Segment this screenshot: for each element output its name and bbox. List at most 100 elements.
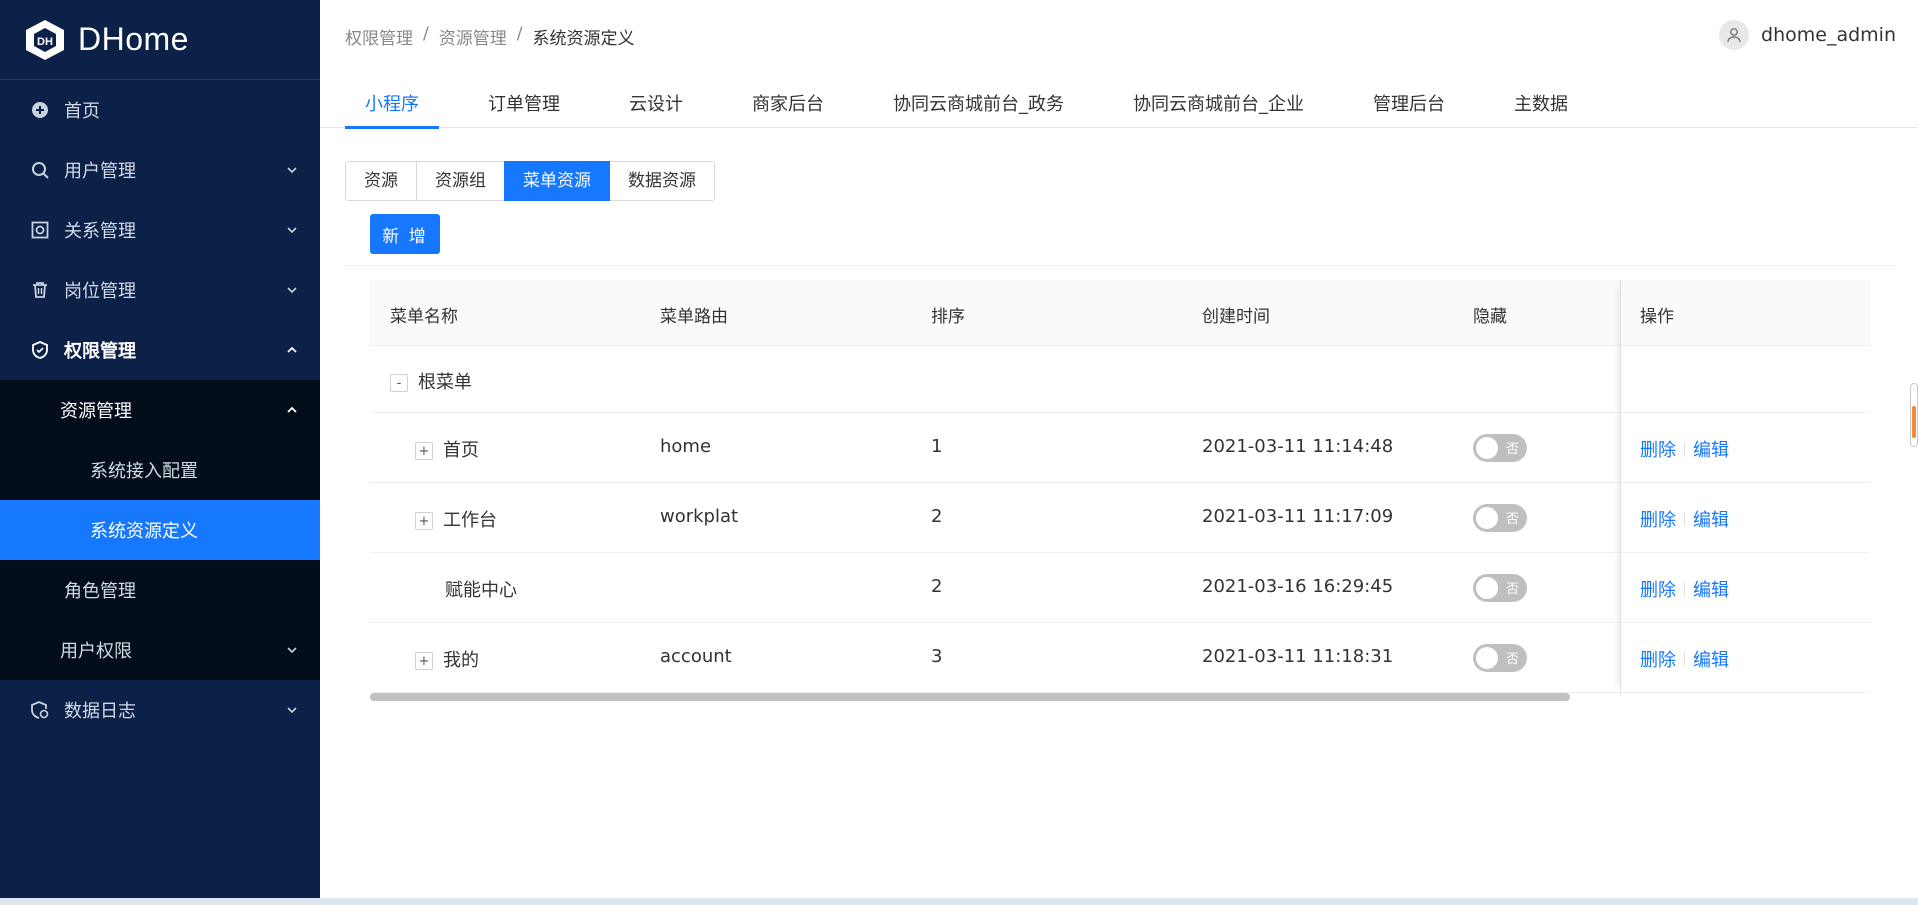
- created-time: 2021-03-11 11:18:31: [1202, 646, 1394, 667]
- menu-name-cell: - 根菜单: [390, 368, 472, 394]
- tab-merchant-backend[interactable]: 商家后台: [732, 80, 844, 128]
- svg-text:DH: DH: [37, 36, 53, 48]
- sidebar-item-access-config[interactable]: 系统接入配置: [0, 440, 320, 500]
- menu-route: workplat: [660, 506, 739, 527]
- sidebar: DH DHome 首页 用户管理 关系管理 岗位管理 权限管理 资源管理 系统接…: [0, 0, 320, 905]
- menu-name: 首页: [443, 440, 479, 461]
- sort-order: 3: [931, 646, 943, 667]
- hidden-toggle[interactable]: 否: [1473, 504, 1527, 532]
- tab-master-data[interactable]: 主数据: [1494, 80, 1588, 128]
- tab-cloud-design[interactable]: 云设计: [609, 80, 703, 128]
- chevron-down-icon: [287, 647, 297, 654]
- dhome-logo-icon: DH: [26, 19, 64, 60]
- sidebar-item-label: 资源管理: [60, 401, 132, 422]
- hidden-toggle[interactable]: 否: [1473, 574, 1527, 602]
- sidebar-item-label: 角色管理: [64, 581, 136, 602]
- data-log-icon: [30, 700, 50, 720]
- menu-name: 我的: [443, 650, 479, 671]
- sidebar-item-resource-management[interactable]: 资源管理: [0, 380, 320, 440]
- app-tabs: 小程序 订单管理 云设计 商家后台 协同云商城前台_政务 协同云商城前台_企业 …: [320, 80, 1918, 129]
- relation-icon: [30, 220, 50, 240]
- add-button[interactable]: 新 增: [370, 214, 440, 254]
- sidebar-item-users[interactable]: 用户管理: [0, 140, 320, 200]
- created-time: 2021-03-11 11:14:48: [1202, 436, 1394, 457]
- shield-icon: [30, 340, 50, 360]
- created-time: 2021-03-11 11:17:09: [1202, 506, 1394, 527]
- breadcrumb-separator: /: [423, 24, 429, 44]
- menu-name: 工作台: [443, 510, 497, 531]
- column-header: 菜单路由: [660, 307, 728, 327]
- sidebar-item-permissions[interactable]: 权限管理: [0, 320, 320, 380]
- sidebar-item-label: 系统资源定义: [90, 521, 198, 542]
- sidebar-item-label: 岗位管理: [64, 281, 136, 302]
- expand-button[interactable]: +: [415, 652, 433, 670]
- toggle-label: 否: [1505, 442, 1519, 457]
- expand-button[interactable]: +: [415, 442, 433, 460]
- sidebar-item-roles[interactable]: 角色管理: [0, 560, 320, 620]
- expand-button[interactable]: +: [415, 512, 433, 530]
- sidebar-item-positions[interactable]: 岗位管理: [0, 260, 320, 320]
- sidebar-item-label: 权限管理: [64, 341, 136, 362]
- breadcrumb-item[interactable]: 资源管理: [439, 24, 507, 49]
- segment-resource[interactable]: 资源: [345, 161, 417, 201]
- collapse-button[interactable]: -: [390, 374, 408, 392]
- resource-type-switch: 资源 资源组 菜单资源 数据资源: [345, 161, 715, 201]
- column-header: 隐藏: [1473, 307, 1507, 327]
- breadcrumb: 权限管理 / 资源管理 / 系统资源定义: [345, 24, 634, 49]
- horizontal-scrollbar[interactable]: [370, 693, 1570, 701]
- app-name: DHome: [78, 21, 189, 57]
- sidebar-item-label: 关系管理: [64, 221, 136, 242]
- menu-route: account: [660, 646, 732, 667]
- toggle-label: 否: [1505, 512, 1519, 527]
- tab-mini-program[interactable]: 小程序: [345, 80, 439, 129]
- search-icon: [30, 160, 50, 180]
- hidden-toggle[interactable]: 否: [1473, 644, 1527, 672]
- sidebar-item-data-log[interactable]: 数据日志: [0, 680, 320, 740]
- tab-mall-enterprise[interactable]: 协同云商城前台_企业: [1113, 80, 1324, 128]
- sort-order: 1: [931, 436, 943, 457]
- breadcrumb-item[interactable]: 权限管理: [345, 24, 413, 49]
- chevron-down-icon: [287, 707, 297, 714]
- created-time: 2021-03-16 16:29:45: [1202, 576, 1394, 597]
- breadcrumb-separator: /: [516, 24, 523, 44]
- column-header: 菜单名称: [390, 307, 458, 327]
- column-header: 创建时间: [1202, 307, 1270, 327]
- header: 权限管理 / 资源管理 / 系统资源定义 dhome_admin: [320, 0, 1918, 70]
- username: dhome_admin: [1761, 24, 1896, 46]
- tab-order-management[interactable]: 订单管理: [468, 80, 580, 128]
- sort-order: 2: [931, 506, 943, 527]
- menu-route: home: [660, 436, 712, 457]
- menu-table: 菜单名称 菜单路由 排序 创建时间 隐藏 操作 - 根菜单 + 首页 home 1 …: [370, 280, 1870, 700]
- menu-name: 根菜单: [418, 372, 472, 393]
- user-menu[interactable]: dhome_admin: [1719, 20, 1896, 50]
- column-header: 排序: [931, 307, 965, 327]
- menu-name-cell: + 我的: [415, 646, 479, 672]
- plus-circle-icon: [30, 100, 50, 120]
- avatar: [1719, 20, 1750, 50]
- breadcrumb-current: 系统资源定义: [532, 29, 635, 49]
- menu-name-cell: + 首页: [415, 436, 479, 462]
- bottom-strip: [0, 898, 1918, 905]
- fixed-action-column: [1620, 280, 1870, 695]
- sidebar-item-resource-definition[interactable]: 系统资源定义: [0, 500, 320, 560]
- user-icon: [1727, 28, 1741, 43]
- segment-data-resource[interactable]: 数据资源: [609, 161, 715, 201]
- sidebar-item-label: 数据日志: [64, 701, 136, 722]
- vertical-scrollbar[interactable]: [1910, 383, 1918, 447]
- sidebar-item-label: 系统接入配置: [90, 461, 198, 482]
- segment-menu-resource[interactable]: 菜单资源: [504, 161, 610, 201]
- sidebar-item-home[interactable]: 首页: [0, 80, 320, 140]
- sidebar-item-label: 首页: [64, 101, 100, 122]
- sidebar-item-user-permissions[interactable]: 用户权限: [0, 620, 320, 680]
- logo[interactable]: DH DHome: [0, 0, 320, 80]
- hidden-toggle[interactable]: 否: [1473, 434, 1527, 462]
- sort-order: 2: [931, 576, 943, 597]
- tab-admin-backend[interactable]: 管理后台: [1353, 80, 1465, 128]
- divider: [345, 265, 1896, 266]
- sidebar-item-label: 用户管理: [64, 161, 136, 182]
- sidebar-item-relations[interactable]: 关系管理: [0, 200, 320, 260]
- chevron-up-icon: [287, 406, 297, 413]
- tab-mall-government[interactable]: 协同云商城前台_政务: [873, 80, 1084, 128]
- segment-resource-group[interactable]: 资源组: [416, 161, 505, 201]
- chevron-down-icon: [287, 167, 297, 174]
